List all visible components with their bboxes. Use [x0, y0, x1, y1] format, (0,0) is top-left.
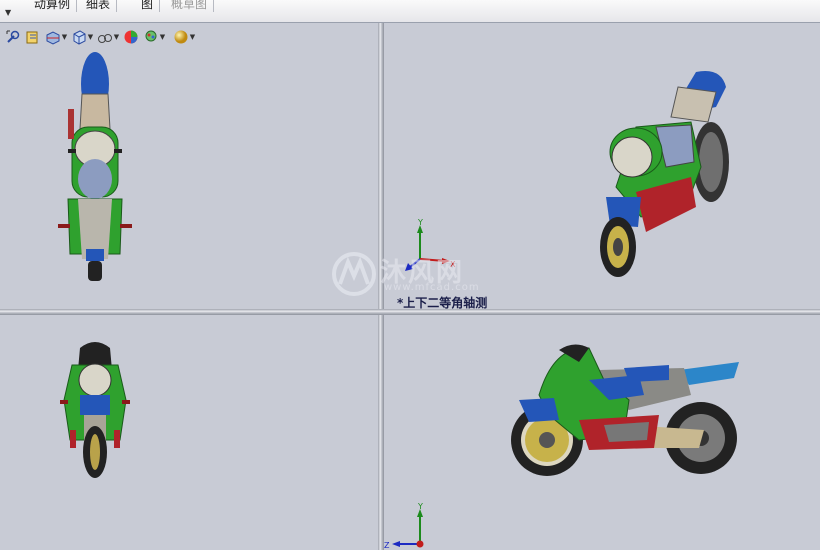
flyout-arrow-icon[interactable]: ▼ [5, 8, 11, 17]
motorcycle-front-view[interactable] [50, 340, 140, 480]
viewport-bottom-right[interactable]: Y Z [384, 315, 820, 550]
tab-3d-sketch[interactable]: 概草图 [165, 0, 215, 12]
previous-view-icon[interactable] [24, 28, 42, 46]
tab-detail-table[interactable]: 细表 [80, 0, 118, 12]
view-settings-icon[interactable]: ▼ [172, 28, 196, 46]
watermark: 沐风网 www.mfcad.com [330, 250, 500, 300]
viewport-top-left[interactable]: ▼ ▼ ▼ ▼ ▼ [0, 23, 378, 309]
display-style-icon[interactable]: ▼ [96, 28, 120, 46]
zoom-to-fit-icon[interactable] [4, 28, 22, 46]
section-view-icon[interactable]: ▼ [44, 28, 68, 46]
view-orientation-icon[interactable]: ▼ [70, 28, 94, 46]
axis-y-label: Y [417, 503, 423, 511]
tab-drawing[interactable]: 图 [135, 0, 161, 12]
watermark-logo-icon [332, 252, 376, 296]
watermark-url: www.mfcad.com [384, 282, 480, 293]
command-manager-tabs: ▼ 动算例 细表 图 概草图 [0, 0, 820, 23]
apply-scene-icon[interactable]: ▼ [142, 28, 166, 46]
motorcycle-side-view[interactable] [509, 340, 749, 480]
viewport-bottom-left[interactable] [0, 315, 378, 550]
motorcycle-dimetric-view[interactable] [596, 67, 736, 277]
tab-motion-study[interactable]: 动算例 [28, 0, 78, 12]
heads-up-view-toolbar: ▼ ▼ ▼ ▼ ▼ [4, 27, 196, 47]
edit-appearance-icon[interactable] [122, 28, 140, 46]
axis-z-label: Z [384, 541, 390, 550]
motorcycle-top-view[interactable] [50, 49, 140, 284]
axis-y-label: Y [417, 219, 423, 227]
reference-triad-bottom-right: Y Z [384, 503, 424, 550]
